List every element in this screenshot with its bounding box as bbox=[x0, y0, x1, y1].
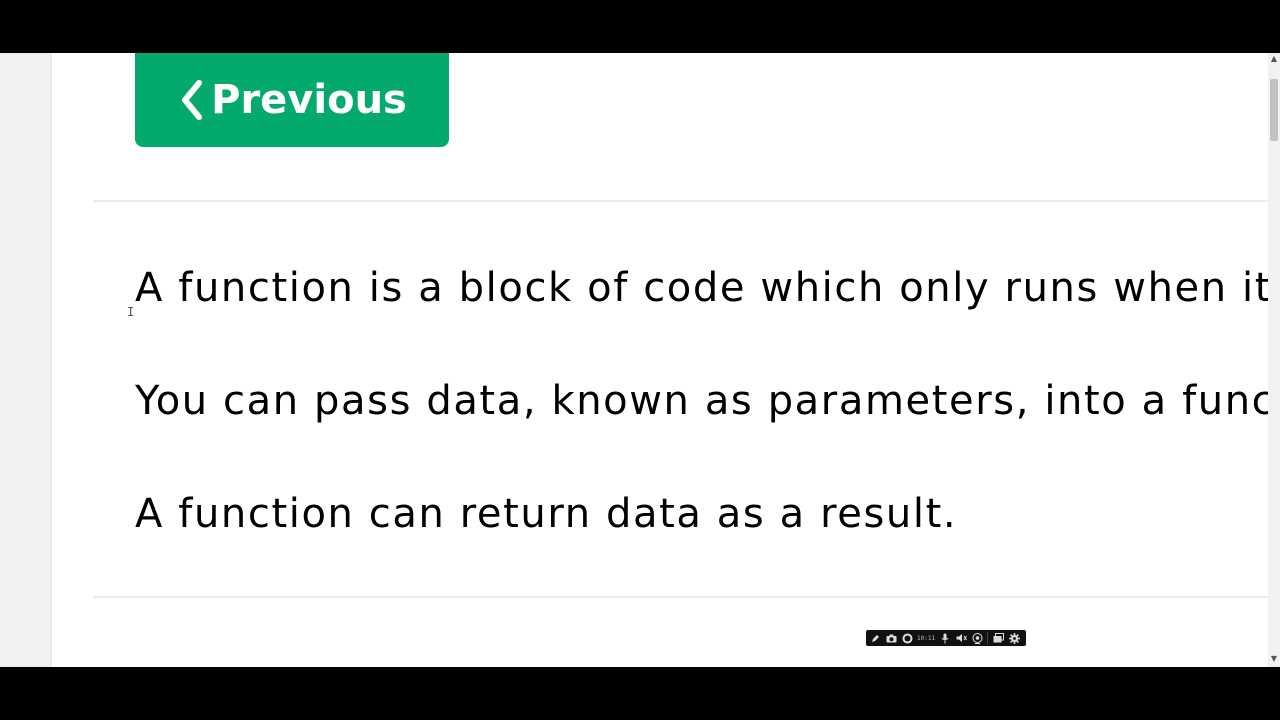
screen-recorder-toolbar: 10:11 bbox=[866, 630, 1026, 646]
microphone-icon[interactable] bbox=[939, 632, 951, 644]
recording-time: 10:11 bbox=[917, 634, 936, 642]
pen-icon[interactable] bbox=[869, 632, 881, 644]
text-cursor-icon: I bbox=[127, 305, 135, 319]
previous-button-label: Previous bbox=[211, 77, 407, 123]
divider-top bbox=[93, 200, 1273, 202]
top-letterbox bbox=[0, 0, 1280, 53]
camera-icon[interactable] bbox=[885, 632, 897, 644]
paragraph-return: A function can return data as a result. bbox=[135, 491, 958, 537]
paragraph-parameters: You can pass data, known as parameters, … bbox=[135, 378, 1280, 424]
main-content: Previous A function is a block of code w… bbox=[52, 53, 1280, 667]
vertical-scrollbar[interactable]: ▲ ▼ bbox=[1268, 53, 1280, 667]
divider-bottom bbox=[93, 596, 1273, 598]
scroll-up-arrow-icon[interactable]: ▲ bbox=[1270, 55, 1278, 63]
chevron-left-icon bbox=[182, 80, 203, 120]
previous-button[interactable]: Previous bbox=[135, 53, 449, 147]
scrollbar-thumb[interactable] bbox=[1270, 79, 1278, 141]
window-icon[interactable] bbox=[992, 632, 1004, 644]
browser-viewport: Previous A function is a block of code w… bbox=[0, 53, 1280, 667]
webcam-icon[interactable] bbox=[971, 632, 983, 644]
toolbar-separator bbox=[987, 632, 989, 644]
record-icon[interactable] bbox=[901, 632, 913, 644]
bottom-letterbox bbox=[0, 667, 1280, 720]
speaker-icon[interactable] bbox=[955, 632, 967, 644]
paragraph-function-definition: A function is a block of code which only… bbox=[135, 265, 1280, 311]
scroll-down-arrow-icon[interactable]: ▼ bbox=[1270, 655, 1278, 663]
gear-icon[interactable] bbox=[1008, 632, 1020, 644]
left-gutter bbox=[0, 53, 51, 667]
